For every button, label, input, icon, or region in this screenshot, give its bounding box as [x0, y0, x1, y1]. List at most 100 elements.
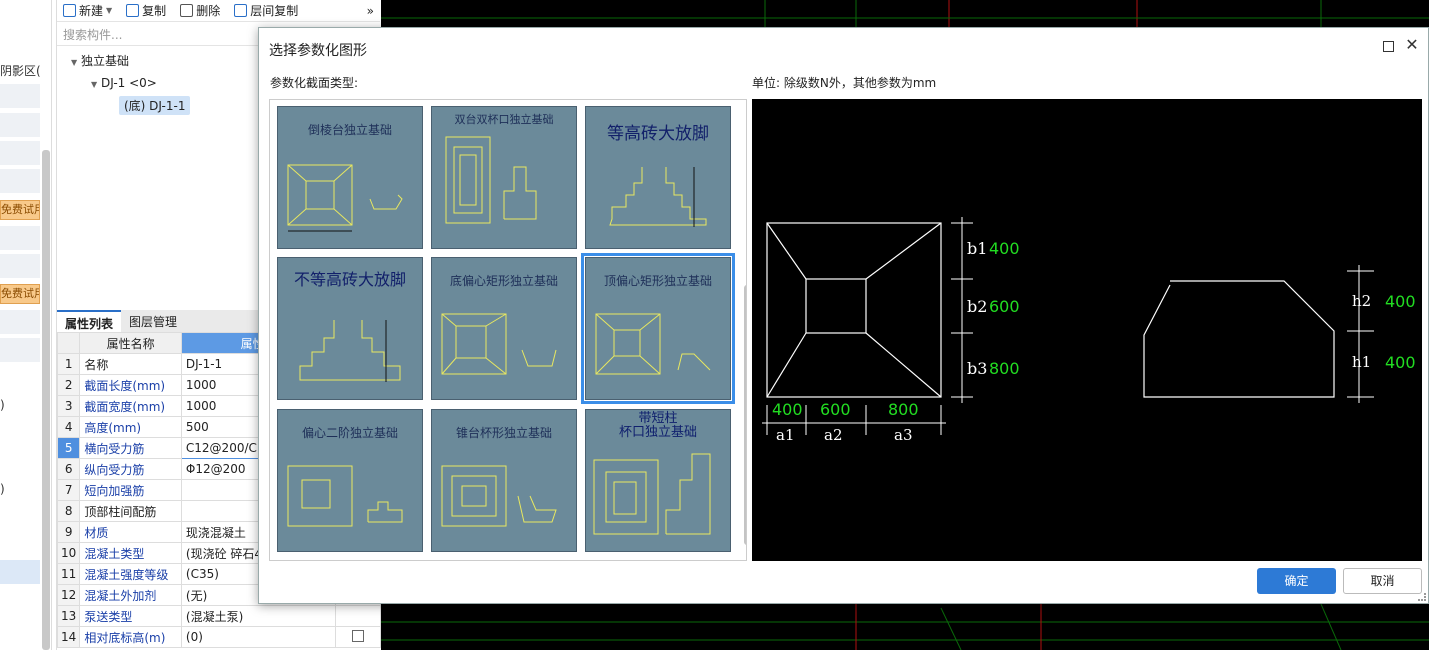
left-scrollbar[interactable] [42, 150, 50, 650]
shape-thumbnail-icon [287, 465, 403, 527]
maximize-icon[interactable] [1383, 41, 1394, 52]
tree-node-leaf[interactable]: (底) DJ-1-1 [119, 96, 191, 115]
value-a2: 600 [820, 400, 851, 419]
property-name: 混凝土强度等级 [79, 563, 182, 585]
header-name: 属性名称 [79, 332, 182, 354]
shape-grid: 倒棱台独立基础 双台双杯口独立基础 等高砖大放脚 不等高砖大放脚 底偏心矩形独立… [269, 99, 747, 561]
shape-thumbnail-icon [595, 313, 711, 375]
cancel-button[interactable]: 取消 [1343, 568, 1422, 594]
property-name: 顶部柱间配筋 [79, 500, 182, 522]
property-name: 混凝土外加剂 [79, 584, 182, 606]
left-strip-item[interactable] [0, 254, 40, 278]
shape-cell[interactable]: 双台双杯口独立基础 [431, 106, 577, 249]
tab-layers[interactable]: 图层管理 [121, 310, 185, 332]
value-b1: 400 [989, 239, 1020, 258]
shape-cell[interactable]: 带短柱 杯口独立基础 [585, 409, 731, 552]
component-toolbar: 新建 ▼ 复制 删除 层间复制 » [57, 0, 380, 22]
copy-button[interactable]: 复制 [126, 2, 166, 19]
tree-node-child[interactable]: ▼ DJ-1 <0> [91, 76, 157, 90]
row-number: 4 [56, 416, 81, 438]
shape-cell[interactable]: 底偏心矩形独立基础 [431, 257, 577, 400]
shape-cell[interactable]: 倒棱台独立基础 [277, 106, 423, 249]
property-name: 混凝土类型 [79, 542, 182, 564]
property-value[interactable]: (混凝土泵) [180, 605, 337, 627]
left-strip-item[interactable] [0, 338, 40, 362]
preview-drawing [762, 217, 1374, 435]
trash-icon [180, 4, 194, 17]
checkbox[interactable] [352, 629, 365, 642]
shape-cell[interactable]: 等高砖大放脚 [585, 106, 731, 249]
shape-thumbnail-icon [287, 164, 403, 232]
header-num [56, 332, 81, 354]
shape-thumbnail-icon [609, 167, 707, 227]
tree-node-root[interactable]: ▼ 独立基础 [71, 52, 129, 69]
table-row[interactable]: 13 泵送类型 (混凝土泵) [56, 605, 381, 627]
chevron-down-icon: ▼ [71, 58, 78, 67]
shape-type-label: 参数化截面类型: [270, 76, 359, 90]
row-number: 13 [56, 605, 81, 627]
select-shape-dialog: 选择参数化图形 ✕ 参数化截面类型: 单位: 除级数N外，其他参数为mm 倒棱台… [258, 27, 1429, 604]
new-icon [63, 4, 76, 17]
chevron-down-icon: ▼ [91, 80, 98, 89]
property-name: 纵向受力筋 [79, 458, 182, 480]
close-icon[interactable]: ✕ [1404, 35, 1420, 54]
value-a1: 400 [772, 400, 803, 419]
property-name: 截面长度(mm) [79, 374, 182, 396]
delete-label: 删除 [196, 4, 221, 18]
copy-icon [126, 4, 140, 17]
property-name: 名称 [79, 353, 182, 375]
row-number: 12 [56, 584, 81, 606]
shape-cell-selected[interactable]: 顶偏心矩形独立基础 [581, 253, 735, 404]
label-b3: b3 [967, 359, 988, 378]
left-strip-item[interactable] [0, 141, 40, 165]
left-strip-item[interactable] [0, 84, 40, 108]
row-number: 14 [56, 626, 81, 648]
value-a3: 800 [888, 400, 919, 419]
row-number: 2 [56, 374, 81, 396]
left-strip-item[interactable] [0, 113, 40, 137]
row-number: 6 [56, 458, 81, 480]
delete-button[interactable]: 删除 [180, 2, 220, 19]
row-number: 5 [56, 437, 81, 459]
row-number: 8 [56, 500, 81, 522]
label-a3: a3 [894, 426, 913, 444]
new-label: 新建 [79, 4, 104, 18]
label-a1: a1 [776, 426, 795, 444]
resize-grip-icon[interactable] [1418, 593, 1426, 601]
row-number: 9 [56, 521, 81, 543]
copy-label: 复制 [142, 4, 167, 18]
tab-properties[interactable]: 属性列表 [57, 310, 122, 332]
row-number: 1 [56, 353, 81, 375]
search-placeholder: 搜索构件... [63, 28, 123, 42]
floor-copy-icon [234, 4, 248, 17]
shape-cell[interactable]: 偏心二阶独立基础 [277, 409, 423, 552]
grid-scrollbar[interactable] [744, 285, 746, 545]
left-strip-item[interactable] [0, 310, 40, 334]
value-h1: 400 [1385, 353, 1416, 372]
value-b2: 600 [989, 297, 1020, 316]
property-extra [335, 605, 381, 627]
shape-cell[interactable]: 锥台杯形独立基础 [431, 409, 577, 552]
property-value[interactable]: (0) [180, 626, 337, 648]
property-name: 短向加强筋 [79, 479, 182, 501]
shape-cell[interactable]: 不等高砖大放脚 [277, 257, 423, 400]
property-name: 泵送类型 [79, 605, 182, 627]
table-row[interactable]: 14 相对底标高(m) (0) [56, 626, 381, 648]
left-side-char: ) [0, 398, 5, 412]
label-h2: h2 [1352, 292, 1372, 310]
left-strip-item[interactable] [0, 169, 40, 193]
property-extra[interactable] [335, 626, 381, 648]
tree-root-label: 独立基础 [80, 54, 129, 68]
trial-badge[interactable]: 免费试用 [0, 200, 40, 220]
floor-copy-button[interactable]: 层间复制 [234, 2, 298, 19]
more-icon: » [366, 3, 374, 18]
ok-button[interactable]: 确定 [1257, 568, 1336, 594]
trial-badge[interactable]: 免费试用 [0, 284, 40, 304]
row-number: 3 [56, 395, 81, 417]
more-button[interactable]: » [367, 4, 380, 18]
new-button[interactable]: 新建 ▼ [63, 2, 112, 19]
left-strip-item[interactable] [0, 560, 40, 584]
left-strip-item[interactable] [0, 226, 40, 250]
property-name: 相对底标高(m) [79, 626, 182, 648]
left-strip: 阴影区( 免费试用 免费试用 ) ) [0, 0, 52, 650]
